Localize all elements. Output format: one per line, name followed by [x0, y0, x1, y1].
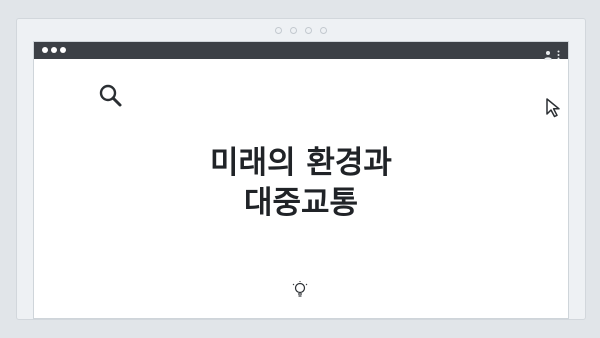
top-pagination-dots [17, 27, 585, 35]
browser-content: 미래의 환경과 대중교통 [34, 59, 568, 318]
cursor-icon [544, 97, 566, 119]
pagination-dot [290, 27, 297, 34]
page-title-line-2: 대중교통 [243, 185, 359, 221]
pagination-dot [305, 27, 312, 34]
outer-frame: 미래의 환경과 대중교통 [16, 18, 586, 320]
page-background: 미래의 환경과 대중교통 [0, 0, 600, 338]
kebab-menu-icon[interactable] [557, 45, 560, 60]
window-dot[interactable] [42, 47, 48, 53]
page-title-line-1: 미래의 환경과 [210, 145, 392, 181]
window-controls [42, 47, 66, 53]
profile-icon[interactable] [543, 45, 553, 60]
pagination-dot [320, 27, 327, 34]
search-icon [98, 83, 124, 109]
window-dot[interactable] [51, 47, 57, 53]
lightbulb-icon [292, 281, 308, 299]
pagination-dot [275, 27, 282, 34]
browser-window: 미래의 환경과 대중교통 [33, 41, 569, 319]
window-dot[interactable] [60, 47, 66, 53]
page-title: 미래의 환경과 대중교통 [34, 143, 568, 223]
browser-titlebar [34, 42, 568, 60]
titlebar-actions [543, 45, 560, 60]
